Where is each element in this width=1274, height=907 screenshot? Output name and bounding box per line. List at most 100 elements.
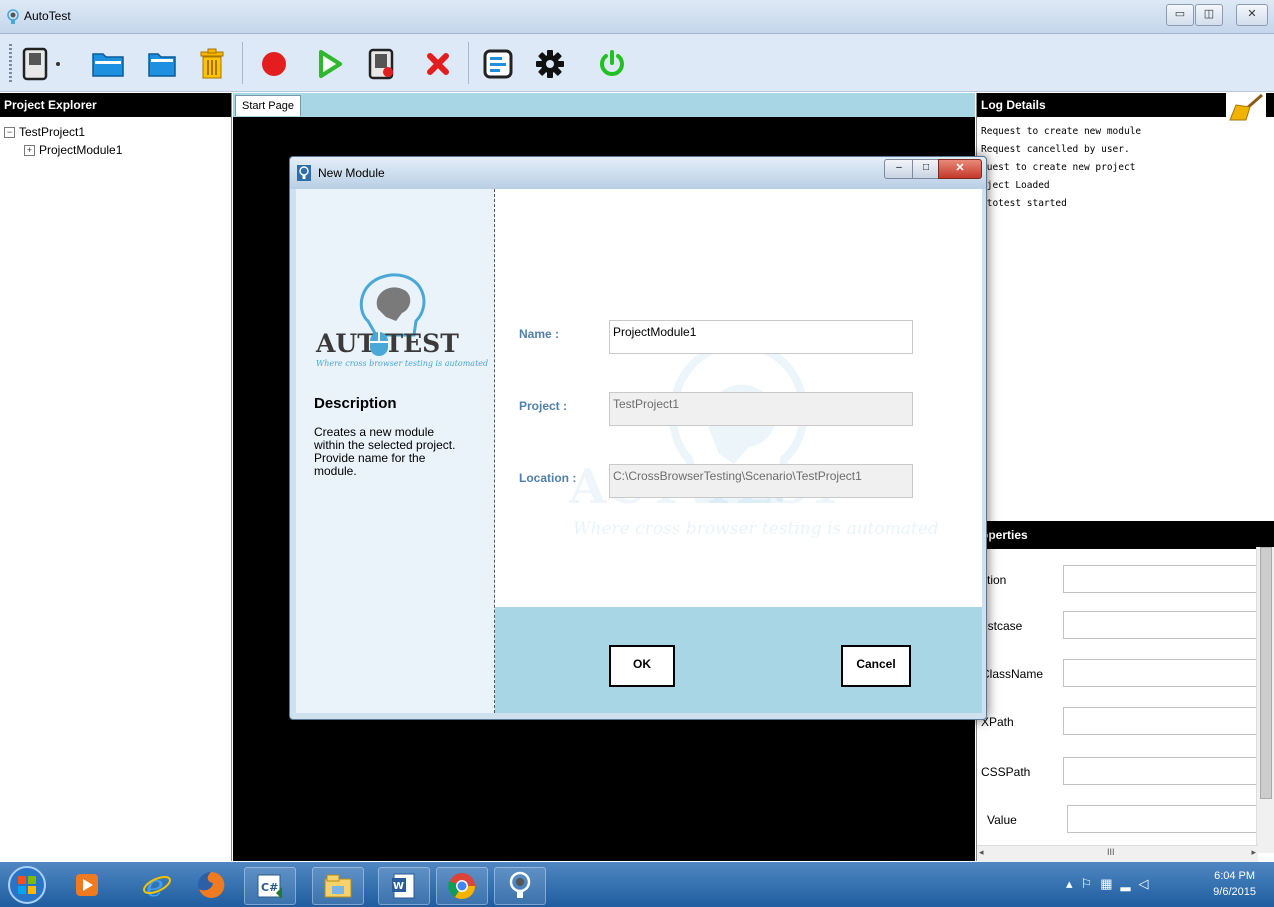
cancel-dialog-button[interactable]: Cancel [841, 645, 911, 687]
property-row: CSSPath [977, 757, 1267, 787]
property-value-field[interactable] [1063, 659, 1257, 687]
run-icon [319, 50, 342, 78]
dialog-close-button[interactable]: ✕ [938, 159, 982, 179]
property-label: estcase [981, 619, 1023, 633]
taskbar-firefox[interactable] [186, 867, 236, 903]
taskbar-word[interactable]: W [378, 867, 430, 905]
minimize-button[interactable]: ▭ [1166, 4, 1194, 26]
internet-explorer-icon: e [143, 870, 171, 900]
project-field: TestProject1 [609, 392, 913, 426]
expand-icon[interactable]: + [24, 144, 35, 156]
open-module-button[interactable] [142, 44, 182, 84]
maximize-button[interactable]: ◫ [1195, 4, 1223, 26]
dialog-app-icon [297, 165, 311, 181]
record-icon [262, 52, 286, 76]
app-icon [7, 9, 19, 24]
scroll-right-icon[interactable]: ▸ [1251, 847, 1256, 858]
stop-record-button[interactable] [362, 44, 402, 84]
cancel-button[interactable] [418, 44, 458, 84]
word-icon: W [392, 873, 415, 899]
power-icon [600, 50, 624, 76]
signal-icon[interactable]: ▂ [1120, 876, 1138, 891]
action-center-icon[interactable]: ⚐ [1081, 876, 1101, 891]
name-label: Name : [519, 327, 560, 341]
tray-expand-icon[interactable]: ▴ [1066, 876, 1081, 891]
report-button[interactable] [478, 44, 518, 84]
network-icon[interactable]: ▦ [1100, 876, 1120, 891]
module-name-input[interactable]: ProjectModule1 [609, 320, 913, 354]
taskbar-internet-explorer[interactable]: e [132, 867, 182, 903]
log-line: Request to create new module [981, 126, 1142, 137]
scrollbar-thumb[interactable] [1260, 547, 1272, 799]
logo-mouse-icon [370, 332, 388, 356]
location-label: Location : [519, 471, 577, 485]
report-icon [483, 49, 513, 79]
collapse-icon[interactable]: − [4, 126, 15, 138]
property-value-field[interactable] [1063, 611, 1257, 639]
record-button[interactable] [254, 44, 294, 84]
taskbar-clock[interactable]: 6:04 PM 9/6/2015 [1213, 868, 1256, 900]
close-window-button[interactable]: ✕ [1236, 4, 1268, 26]
property-value-field[interactable] [1063, 565, 1257, 593]
new-dropdown-button[interactable] [50, 44, 66, 84]
toolbar-grip[interactable] [9, 44, 12, 82]
delete-button[interactable] [192, 44, 232, 84]
open-project-button[interactable] [88, 44, 128, 84]
settings-icon [536, 50, 564, 78]
property-value-field[interactable] [1063, 707, 1257, 735]
taskbar-file-explorer[interactable] [312, 867, 364, 905]
power-button[interactable] [592, 44, 632, 84]
property-value-field[interactable] [1067, 805, 1261, 833]
tree-node-project[interactable]: − TestProject1 [4, 123, 122, 141]
property-value-field[interactable] [1063, 757, 1257, 785]
dialog-maximize-button[interactable]: □ [912, 159, 940, 179]
description-heading: Description [314, 395, 397, 412]
close-icon [427, 53, 449, 75]
watermark-tagline: Where cross browser testing is automated [573, 519, 939, 539]
taskbar-chrome[interactable] [436, 867, 488, 905]
property-row: XPath [977, 707, 1267, 737]
taskbar-autotest[interactable] [494, 867, 546, 905]
log-line: utotest started [981, 198, 1067, 209]
properties-horizontal-scrollbar[interactable]: ◂ III ▸ [977, 845, 1258, 862]
volume-icon[interactable]: ◁ [1138, 876, 1156, 891]
property-row: ction [977, 565, 1267, 595]
taskbar-media-player[interactable] [62, 867, 112, 903]
toolbar-separator [242, 42, 243, 84]
property-label: CSSPath [981, 765, 1031, 779]
stop-record-icon [368, 48, 394, 80]
project-tree: − TestProject1 + ProjectModule1 [4, 123, 122, 159]
property-row: Value [977, 805, 1267, 835]
logo-tagline: Where cross browser testing is automated [316, 359, 489, 368]
description-text: Creates a new module within the selected… [314, 425, 456, 478]
svg-text:e: e [146, 870, 164, 900]
properties-header: operties [977, 521, 1274, 549]
new-project-button[interactable] [20, 44, 50, 84]
taskbar-visual-studio[interactable]: C# [244, 867, 296, 905]
start-button[interactable] [2, 866, 52, 904]
properties-vertical-scrollbar[interactable] [1256, 547, 1274, 853]
settings-button[interactable] [530, 44, 570, 84]
tab-start-page[interactable]: Start Page [235, 95, 301, 116]
document-tab-strip: Start Page [233, 93, 975, 117]
run-button[interactable] [310, 44, 350, 84]
log-lines: Request to create new module Request can… [981, 123, 1141, 213]
firefox-icon [198, 871, 225, 898]
clock-date: 9/6/2015 [1213, 886, 1256, 898]
csharp-project-icon: C# [257, 874, 282, 899]
tree-node-label: TestProject1 [19, 125, 86, 139]
scroll-left-icon[interactable]: ◂ [979, 847, 984, 858]
clear-log-icon[interactable] [1226, 93, 1266, 121]
ok-button[interactable]: OK [609, 645, 675, 687]
project-label: Project : [519, 399, 568, 413]
window-title-bar: AutoTest ▭ ◫ ✕ [0, 0, 1274, 34]
dialog-button-bar: OK Cancel [495, 607, 982, 713]
location-field: C:\CrossBrowserTesting\Scenario\TestProj… [609, 464, 913, 498]
dialog-minimize-button[interactable]: – [884, 159, 914, 179]
log-line: oject Loaded [981, 180, 1050, 191]
dropdown-arrow-icon [56, 62, 60, 66]
window-title: AutoTest [24, 9, 71, 23]
tree-node-module[interactable]: + ProjectModule1 [4, 141, 122, 159]
system-tray: ▴⚐▦▂◁ [1066, 876, 1156, 892]
dialog-title-bar: New Module – □ ✕ [290, 157, 986, 189]
